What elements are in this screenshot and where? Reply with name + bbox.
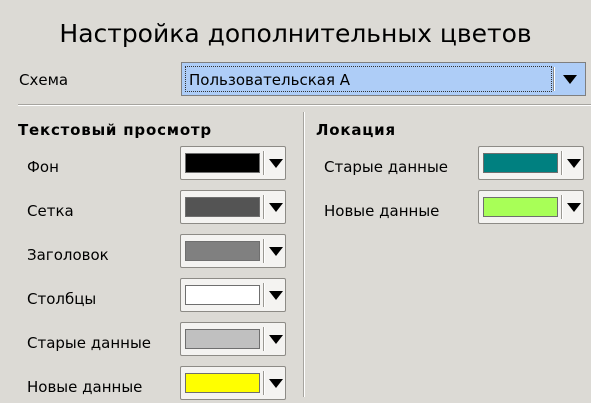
picker-separator bbox=[561, 151, 563, 175]
vertical-divider bbox=[303, 112, 305, 397]
picker-separator bbox=[263, 283, 265, 307]
text-view-header-color-picker[interactable] bbox=[180, 234, 286, 268]
picker-separator bbox=[561, 195, 563, 219]
text-view-new-data-label: Новые данные bbox=[27, 378, 143, 396]
location-heading: Локация bbox=[316, 121, 396, 139]
text-view-old-data-label: Старые данные bbox=[27, 334, 152, 352]
text-view-heading: Текстовый просмотр bbox=[18, 121, 212, 139]
color-swatch bbox=[185, 285, 260, 305]
color-swatch bbox=[185, 153, 260, 173]
text-view-background-color-picker[interactable] bbox=[180, 146, 286, 180]
color-swatch bbox=[185, 373, 260, 393]
text-view-grid-color-picker[interactable] bbox=[180, 190, 286, 224]
location-old-data-color-picker[interactable] bbox=[478, 146, 584, 180]
chevron-down-icon[interactable] bbox=[567, 159, 581, 168]
color-swatch bbox=[483, 197, 558, 217]
chevron-down-icon[interactable] bbox=[269, 379, 283, 388]
chevron-down-icon[interactable] bbox=[269, 335, 283, 344]
chevron-down-icon[interactable] bbox=[269, 203, 283, 212]
text-view-columns-color-picker[interactable] bbox=[180, 278, 286, 312]
picker-separator bbox=[263, 151, 265, 175]
chevron-down-icon[interactable] bbox=[567, 203, 581, 212]
picker-separator bbox=[263, 239, 265, 263]
text-view-old-data-color-picker[interactable] bbox=[180, 322, 286, 356]
text-view-grid-label: Сетка bbox=[27, 202, 74, 220]
chevron-down-icon[interactable] bbox=[269, 291, 283, 300]
text-view-columns-label: Столбцы bbox=[27, 290, 97, 308]
location-new-data-color-picker[interactable] bbox=[478, 190, 584, 224]
scheme-selected-value: Пользовательская A bbox=[189, 71, 351, 89]
chevron-down-icon[interactable] bbox=[563, 75, 577, 84]
scheme-select[interactable]: Пользовательская A bbox=[181, 62, 586, 96]
select-separator bbox=[553, 67, 555, 91]
horizontal-divider bbox=[18, 104, 591, 106]
text-view-header-label: Заголовок bbox=[27, 246, 109, 264]
text-view-background-label: Фон bbox=[27, 158, 59, 176]
picker-separator bbox=[263, 195, 265, 219]
color-swatch bbox=[185, 241, 260, 261]
scheme-label: Схема bbox=[19, 71, 69, 89]
color-swatch bbox=[185, 197, 260, 217]
location-new-data-label: Новые данные bbox=[324, 202, 440, 220]
picker-separator bbox=[263, 371, 265, 395]
chevron-down-icon[interactable] bbox=[269, 159, 283, 168]
color-swatch bbox=[483, 153, 558, 173]
color-swatch bbox=[185, 329, 260, 349]
picker-separator bbox=[263, 327, 265, 351]
text-view-new-data-color-picker[interactable] bbox=[180, 366, 286, 400]
dialog-title: Настройка дополнительных цветов bbox=[59, 19, 532, 48]
chevron-down-icon[interactable] bbox=[269, 247, 283, 256]
location-old-data-label: Старые данные bbox=[324, 158, 449, 176]
